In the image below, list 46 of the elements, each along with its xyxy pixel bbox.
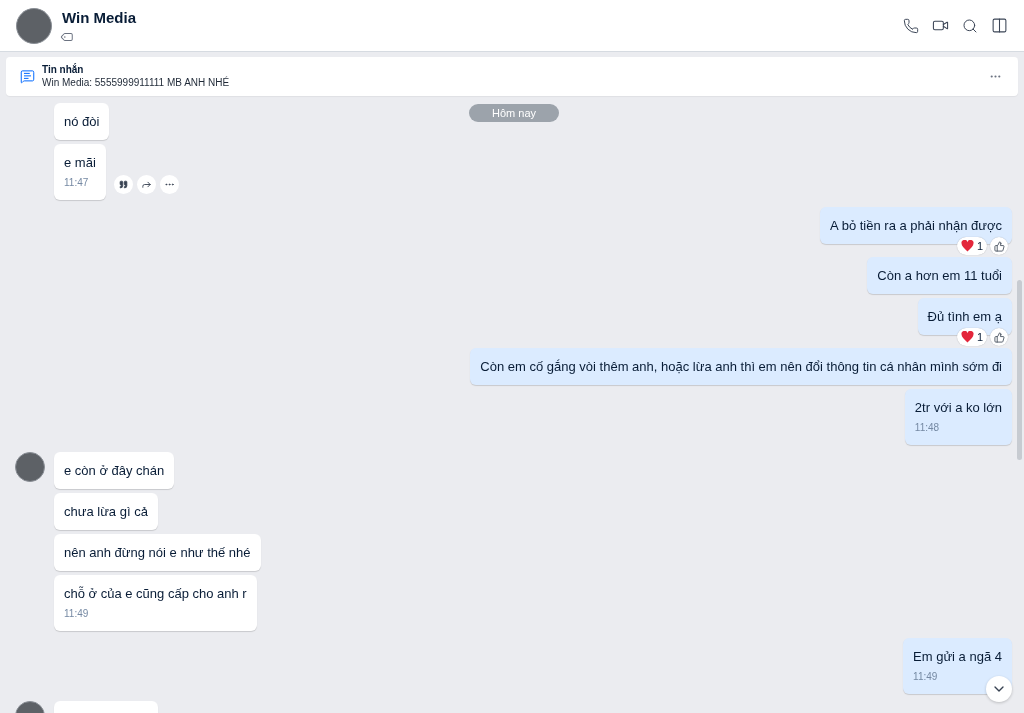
- pinned-text: Win Media: 5555999911111 MB ANH NHÉ: [42, 76, 230, 90]
- reaction-count: 1: [976, 329, 983, 345]
- panel-icon: [991, 17, 1008, 34]
- avatar: [16, 7, 52, 44]
- pinned-message-bar[interactable]: Tin nhắn Win Media: 5555999911111 MB ANH NHÉ: [6, 57, 1018, 96]
- heart-icon: [960, 331, 974, 343]
- avatar: [15, 452, 45, 482]
- message-text: Đủ tình em ạ: [927, 308, 1002, 325]
- contact-name: Win Media: [62, 8, 137, 27]
- message-text: A bỏ tiền ra a phải nhận được: [830, 217, 1002, 234]
- message-text: e còn ở đây chán: [64, 462, 165, 479]
- call-button[interactable]: [903, 17, 919, 34]
- quote-button[interactable]: [113, 175, 133, 194]
- like-button[interactable]: [990, 328, 1008, 346]
- message-text: nên anh đừng nói e như thế nhé: [64, 544, 251, 561]
- panel-toggle-button[interactable]: [991, 17, 1008, 34]
- message-icon: [20, 69, 35, 84]
- like-button[interactable]: [990, 237, 1008, 255]
- message-time: 11:49: [913, 670, 939, 684]
- message-text: Em gửi a ngã 4: [913, 648, 1002, 665]
- search-button[interactable]: [962, 17, 978, 34]
- search-icon: [962, 17, 978, 34]
- scrollbar-thumb[interactable]: [1017, 280, 1022, 460]
- pinned-label: Tin nhắn: [42, 63, 85, 76]
- forward-button[interactable]: [136, 175, 156, 194]
- scroll-down-button[interactable]: [986, 676, 1012, 702]
- thumbs-up-icon: [993, 331, 1005, 343]
- message-time: 11:47: [64, 176, 90, 190]
- message-time: 11:49: [64, 607, 90, 621]
- message-text: 2tr với a ko lớn: [914, 399, 1002, 416]
- message-text: e mãi: [64, 154, 96, 171]
- reaction-count: 1: [976, 238, 983, 254]
- message-text: Còn em cố gắng vòi thêm anh, hoặc lừa anh thì em nên đổi thông tin cá nhân mình sớm đi: [480, 358, 1002, 375]
- thumbs-up-icon: [993, 240, 1005, 252]
- message-text: nó đòi: [64, 113, 100, 130]
- message-text: chỗ ở của e cũng cấp cho anh r: [64, 585, 247, 602]
- message-text: Còn a hơn em 11 tuổi: [877, 267, 1002, 284]
- quote-icon: [118, 180, 128, 189]
- date-pill: Hôm nay: [469, 104, 559, 122]
- message-text: chưa lừa gì cả: [64, 503, 148, 520]
- phone-icon: [903, 17, 919, 34]
- forward-icon: [140, 179, 152, 190]
- heart-icon: [960, 240, 974, 252]
- message-time: 11:48: [914, 421, 941, 435]
- reaction-badge[interactable]: 1: [956, 237, 987, 255]
- reaction-badge[interactable]: 1: [956, 328, 987, 346]
